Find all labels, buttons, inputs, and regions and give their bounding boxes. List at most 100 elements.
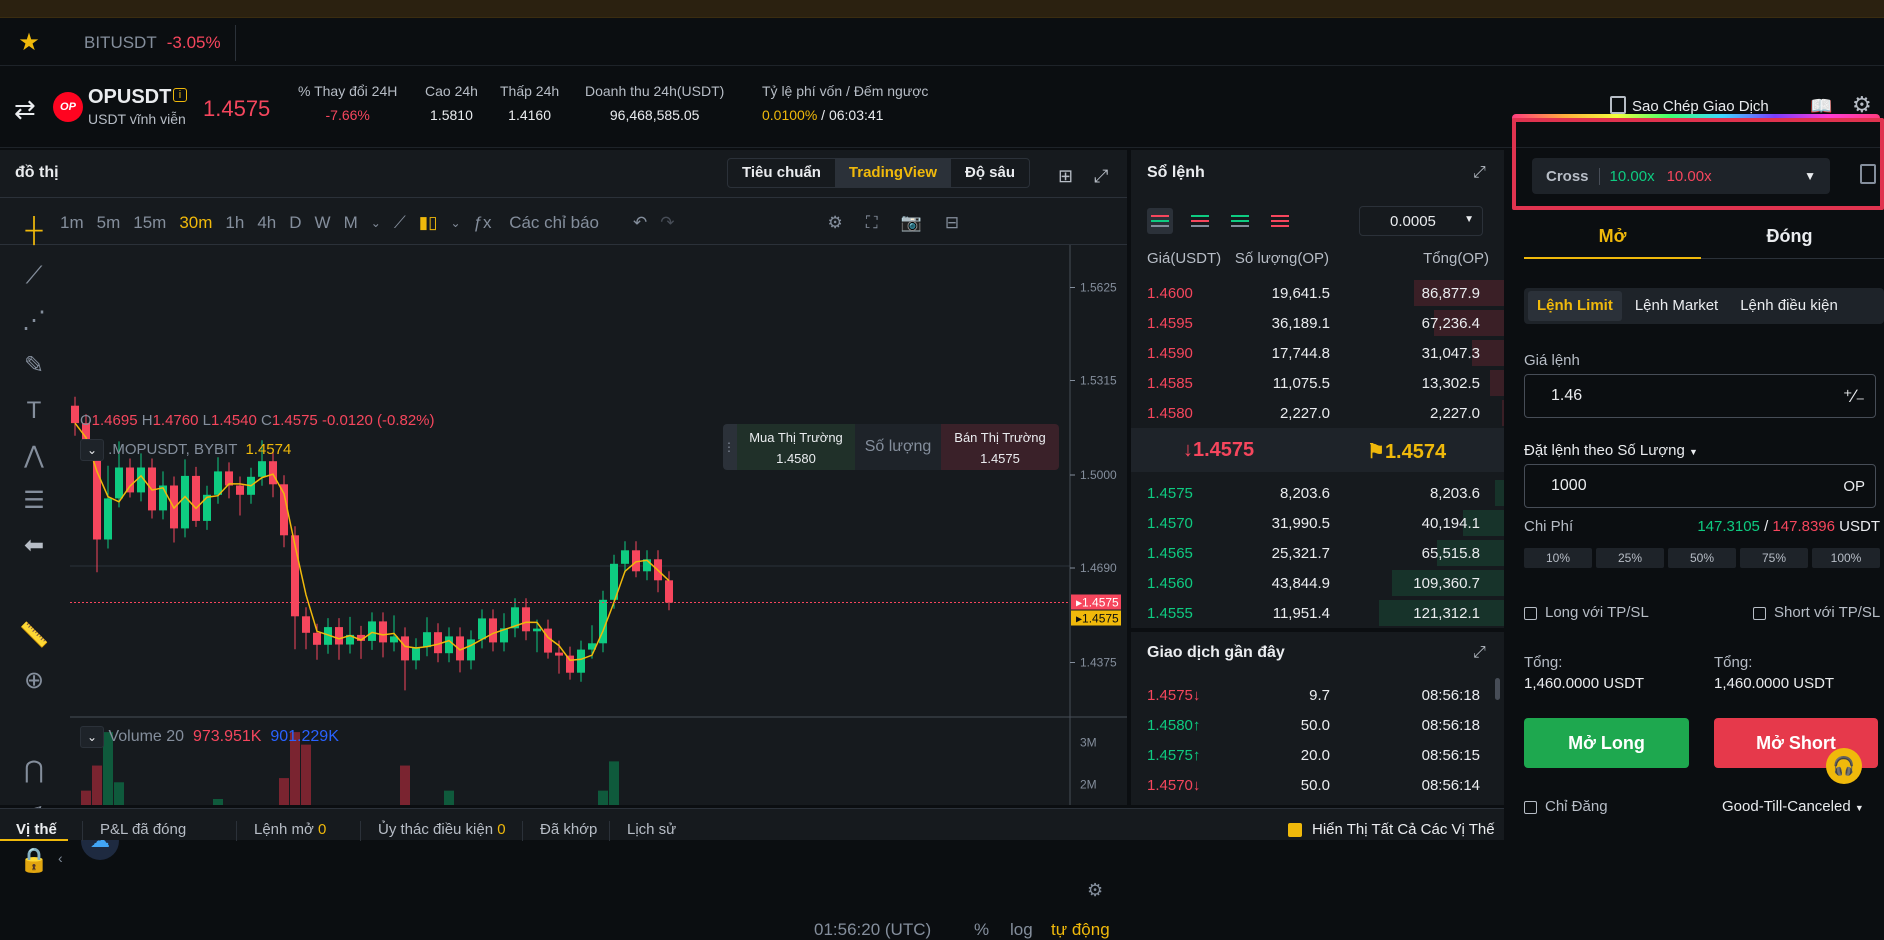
percent-scale-button[interactable]: %	[974, 920, 989, 940]
candle	[511, 598, 519, 638]
percent-toggle-icon[interactable]: ⁺∕₋	[1843, 386, 1865, 407]
ohlc-readout: O1.4695 H1.4760 L1.4540 C1.4575 -0.0120 …	[80, 412, 435, 429]
bottom-tab-5[interactable]: Lịch sử	[627, 821, 676, 838]
post-only-checkbox[interactable]: Chỉ Đăng	[1524, 798, 1608, 815]
bottom-tab-2[interactable]: Lệnh mở 0	[254, 821, 326, 838]
long-tpsl-checkbox[interactable]: Long với TP/SL	[1524, 604, 1649, 621]
col-price: Giá(USDT)	[1147, 250, 1222, 267]
qty-unit: OP	[1843, 477, 1865, 495]
pct-10-button[interactable]: 10%	[1524, 548, 1592, 568]
candle-body	[335, 627, 343, 645]
candle	[104, 465, 112, 549]
last-price: 1.4575	[203, 96, 271, 121]
candle	[577, 640, 585, 682]
ask-row[interactable]: 1.4585 11,075.5 13,302.5	[1131, 368, 1504, 398]
stat-3: Doanh thu 24h(USDT) 96,468,585.05	[585, 83, 724, 123]
log-scale-button[interactable]: log	[1010, 920, 1033, 940]
candle	[423, 617, 431, 657]
time-in-force-select[interactable]: Good-Till-Canceled ▼	[1722, 798, 1864, 815]
tab-limit[interactable]: Lệnh Limit	[1528, 291, 1622, 321]
bid-row[interactable]: 1.4575 8,203.6 8,203.6	[1131, 478, 1504, 508]
tab-open[interactable]: Mở	[1524, 226, 1701, 247]
pct-25-button[interactable]: 25%	[1596, 548, 1664, 568]
pct-100-button[interactable]: 100%	[1812, 548, 1880, 568]
copy-trade-label: Sao Chép Giao Dịch	[1632, 98, 1769, 115]
bid-price: 1.4560	[1147, 575, 1193, 592]
swap-icon[interactable]: ⇄	[14, 94, 36, 125]
bid-row[interactable]: 1.4560 43,844.9 109,360.7	[1131, 568, 1504, 598]
bid-row[interactable]: 1.4565 25,321.7 65,515.8	[1131, 538, 1504, 568]
favorite-symbol[interactable]: BITUSDT	[84, 33, 157, 53]
depth-bar	[1495, 480, 1504, 506]
quick-qty-input[interactable]: Số lượng	[855, 424, 941, 470]
copy-trade-link[interactable]: Sao Chép Giao Dịch	[1610, 96, 1769, 115]
trade-qty: 9.7	[1309, 687, 1330, 704]
info-icon[interactable]: i	[173, 88, 187, 102]
asks-only-icon[interactable]	[1267, 208, 1293, 234]
candlestick-chart[interactable]: 1.5625 1.5315 1.5000 1.4690 1.4375 ▸1.4575 ▸1.…	[0, 150, 1127, 805]
bottom-tab-0[interactable]: Vị thế	[16, 821, 57, 838]
cost-long: 147.3105	[1697, 518, 1760, 535]
trade-row: 1.4575↑ 20.0 08:56:15	[1131, 740, 1504, 770]
trade-price: 1.4580↑	[1147, 717, 1200, 734]
candle-body	[181, 475, 189, 529]
open-long-button[interactable]: Mở Long	[1524, 718, 1689, 768]
quick-buy-price: 1.4580	[776, 451, 816, 466]
bid-row[interactable]: 1.4555 11,951.4 121,312.1	[1131, 598, 1504, 628]
headset-icon[interactable]: 🎧	[1826, 748, 1862, 784]
qty-value: 1000	[1551, 477, 1587, 494]
candle	[159, 471, 167, 520]
tab-label: Ủy thác điều kiện	[378, 821, 498, 838]
ask-row[interactable]: 1.4580 2,227.0 2,227.0	[1131, 398, 1504, 428]
ask-row[interactable]: 1.4595 36,189.1 67,236.4	[1131, 308, 1504, 338]
tab-conditional[interactable]: Lệnh điều kiện	[1731, 291, 1847, 321]
pct-75-button[interactable]: 75%	[1740, 548, 1808, 568]
active-tab-indicator	[1524, 257, 1701, 259]
arrow-up-icon: ↑	[1192, 747, 1201, 764]
precision-select[interactable]: 0.0005 ▼	[1359, 206, 1483, 236]
pct-50-button[interactable]: 50%	[1668, 548, 1736, 568]
split-sides-icon[interactable]	[1187, 208, 1213, 234]
ask-row[interactable]: 1.4590 17,744.8 31,047.3	[1131, 338, 1504, 368]
symbol-title[interactable]: OPUSDT	[88, 86, 171, 109]
trade-price-value: 1.4580	[1147, 717, 1193, 734]
order-form: Cross 10.00x 10.00x ▼ Mở Đóng Lệnh Limit…	[1508, 114, 1884, 840]
ohlc-open: 1.4695	[91, 412, 138, 429]
scrollbar[interactable]	[1495, 678, 1500, 700]
price-input[interactable]: 1.46 ⁺∕₋	[1524, 374, 1876, 418]
bottom-tab-1[interactable]: P&L đã đóng	[100, 821, 186, 838]
stat-value: 1.4160	[508, 107, 551, 123]
candle	[148, 458, 156, 519]
qty-input[interactable]: 1000 OP	[1524, 464, 1876, 508]
qty-mode-select[interactable]: Đặt lệnh theo Số Lượng ▼	[1524, 442, 1698, 459]
stat-label: Cao 24h	[425, 83, 478, 99]
gear-icon[interactable]: ⚙	[1087, 880, 1103, 901]
both-sides-icon[interactable]	[1147, 208, 1173, 234]
chevron-down-icon[interactable]: ⌄	[80, 439, 104, 461]
auto-scale-button[interactable]: tự động	[1051, 920, 1110, 940]
candle	[489, 609, 497, 652]
ohlc-low: 1.4540	[210, 412, 257, 429]
chevron-down-icon[interactable]: ⌄	[80, 726, 104, 748]
collapse-toolbar-icon[interactable]: ‹	[58, 850, 63, 866]
mid-price: ↓1.4575	[1183, 439, 1254, 462]
tab-close[interactable]: Đóng	[1701, 226, 1878, 247]
quick-sell-button[interactable]: Bán Thị Trường 1.4575	[941, 424, 1059, 470]
volume-bar	[114, 782, 124, 805]
bid-row[interactable]: 1.4570 31,990.5 40,194.1	[1131, 508, 1504, 538]
expand-icon[interactable]: ⤢	[1473, 164, 1486, 182]
star-icon[interactable]: ★	[0, 28, 58, 57]
drag-handle-icon[interactable]: ⋮⋮	[723, 424, 747, 470]
bids-only-icon[interactable]	[1227, 208, 1253, 234]
trade-price-value: 1.4570	[1147, 777, 1193, 794]
ask-row[interactable]: 1.4600 19,641.5 86,877.9	[1131, 278, 1504, 308]
expand-icon[interactable]: ⤢	[1473, 644, 1486, 662]
quick-buy-button[interactable]: Mua Thị Trường 1.4580	[737, 424, 855, 470]
bottom-tab-3[interactable]: Ủy thác điều kiện 0	[378, 821, 506, 838]
bottom-tab-4[interactable]: Đã khớp	[540, 821, 597, 838]
bid-price: 1.4565	[1147, 545, 1193, 562]
op-logo: OP	[53, 92, 83, 122]
show-all-positions-toggle[interactable]: Hiển Thị Tất Cả Các Vị Thế	[1288, 821, 1495, 838]
tab-market[interactable]: Lệnh Market	[1626, 291, 1727, 321]
short-tpsl-checkbox[interactable]: Short với TP/SL	[1753, 604, 1880, 621]
